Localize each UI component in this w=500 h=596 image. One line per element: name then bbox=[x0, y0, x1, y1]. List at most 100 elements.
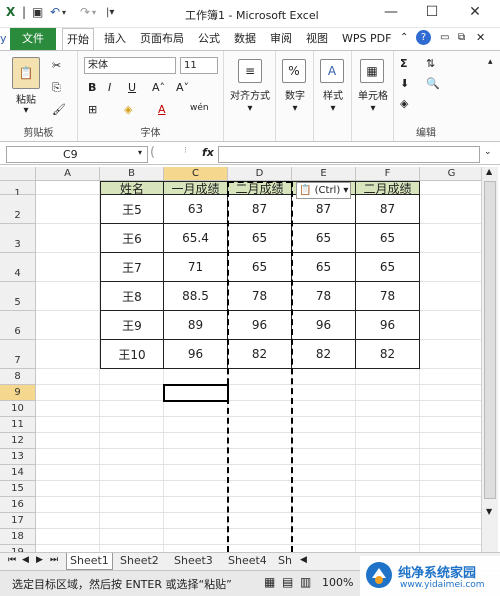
cell[interactable] bbox=[420, 497, 481, 513]
format-painter-icon[interactable]: 🖌 bbox=[52, 103, 66, 116]
table-cell[interactable]: 82 bbox=[356, 340, 420, 369]
paste-options-button[interactable]: 📋 (Ctrl) ▾ bbox=[296, 182, 352, 199]
cell[interactable] bbox=[420, 465, 481, 481]
cell[interactable] bbox=[36, 195, 100, 224]
number-label[interactable]: 数字 bbox=[276, 87, 314, 102]
row-header-5[interactable]: 5 bbox=[0, 282, 36, 311]
copy-icon[interactable]: ⎘ bbox=[52, 81, 61, 95]
scroll-down-icon[interactable]: ▼ bbox=[486, 507, 492, 516]
formula-bar-handle[interactable]: ( bbox=[150, 145, 155, 160]
cell[interactable] bbox=[356, 385, 420, 401]
row-header-19[interactable]: 19 bbox=[0, 545, 36, 552]
cell[interactable] bbox=[356, 529, 420, 545]
spreadsheet-grid[interactable]: ABCDEFG12345678910111213141516171819姓名一月… bbox=[0, 167, 481, 552]
row-header-12[interactable]: 12 bbox=[0, 433, 36, 449]
cell[interactable] bbox=[100, 513, 164, 529]
cell[interactable] bbox=[356, 433, 420, 449]
cell[interactable] bbox=[420, 369, 481, 385]
cell[interactable] bbox=[164, 465, 228, 481]
row-header-4[interactable]: 4 bbox=[0, 253, 36, 282]
cells-icon[interactable]: ▦ bbox=[360, 59, 384, 83]
cell[interactable] bbox=[356, 481, 420, 497]
cell[interactable] bbox=[420, 433, 481, 449]
expand-formula-icon[interactable]: ⁝ bbox=[184, 146, 187, 156]
cell[interactable] bbox=[356, 545, 420, 552]
phonetic-button[interactable]: wén bbox=[190, 103, 209, 113]
row-header-8[interactable]: 8 bbox=[0, 369, 36, 385]
table-cell[interactable]: 96 bbox=[292, 311, 356, 340]
row-header-18[interactable]: 18 bbox=[0, 529, 36, 545]
cell[interactable] bbox=[420, 224, 481, 253]
cell[interactable] bbox=[292, 497, 356, 513]
redo-dropdown-icon[interactable]: ▾ bbox=[92, 8, 96, 17]
column-header-g[interactable]: G bbox=[420, 167, 481, 181]
cell[interactable] bbox=[292, 449, 356, 465]
cell[interactable] bbox=[420, 181, 481, 195]
row-header-9[interactable]: 9 bbox=[0, 385, 36, 401]
row-header-3[interactable]: 3 bbox=[0, 224, 36, 253]
cell[interactable] bbox=[164, 529, 228, 545]
cell[interactable] bbox=[164, 545, 228, 552]
cell[interactable] bbox=[356, 369, 420, 385]
styles-label[interactable]: 样式 bbox=[314, 87, 352, 102]
formula-input[interactable] bbox=[218, 146, 480, 163]
styles-dropdown-icon[interactable]: ▾ bbox=[327, 103, 339, 114]
scroll-up-icon[interactable]: ▲ bbox=[486, 167, 492, 176]
row-header-15[interactable]: 15 bbox=[0, 481, 36, 497]
table-cell[interactable]: 63 bbox=[164, 195, 228, 224]
table-header-cell[interactable]: 二月成绩 bbox=[356, 181, 420, 196]
row-header-13[interactable]: 13 bbox=[0, 449, 36, 465]
table-header-cell[interactable]: 姓名 bbox=[100, 181, 164, 196]
cell[interactable] bbox=[292, 401, 356, 417]
cells-dropdown-icon[interactable]: ▾ bbox=[367, 103, 379, 114]
table-cell[interactable]: 65 bbox=[228, 253, 292, 282]
redo-icon[interactable]: ↷ bbox=[80, 5, 90, 19]
cell[interactable] bbox=[292, 417, 356, 433]
table-cell[interactable]: 王8 bbox=[100, 282, 164, 311]
customize-toolbar-icon[interactable]: |▾ bbox=[106, 7, 114, 18]
table-cell[interactable]: 87 bbox=[356, 195, 420, 224]
cell[interactable] bbox=[420, 417, 481, 433]
cell[interactable] bbox=[36, 545, 100, 552]
cell[interactable] bbox=[36, 497, 100, 513]
cell[interactable] bbox=[228, 481, 292, 497]
page-layout-view-icon[interactable]: ▤ bbox=[282, 575, 293, 589]
row-header-17[interactable]: 17 bbox=[0, 513, 36, 529]
table-cell[interactable]: 65.4 bbox=[164, 224, 228, 253]
underline-button[interactable]: U bbox=[128, 81, 136, 94]
cell[interactable] bbox=[292, 385, 356, 401]
table-cell[interactable]: 65 bbox=[228, 224, 292, 253]
cell[interactable] bbox=[36, 417, 100, 433]
cell[interactable] bbox=[228, 497, 292, 513]
paste-icon[interactable]: 📋 bbox=[12, 57, 40, 89]
cell[interactable] bbox=[292, 369, 356, 385]
doc-minimize-icon[interactable]: ▭ bbox=[440, 32, 449, 43]
minimize-button[interactable]: — bbox=[378, 4, 404, 20]
collapse-ribbon-icon[interactable]: ⌃ bbox=[400, 32, 408, 43]
cell[interactable] bbox=[228, 449, 292, 465]
cell[interactable] bbox=[356, 465, 420, 481]
row-header-1[interactable]: 1 bbox=[0, 181, 36, 199]
alignment-icon[interactable]: ≡ bbox=[238, 59, 262, 83]
cell[interactable] bbox=[36, 311, 100, 340]
cell[interactable] bbox=[100, 369, 164, 385]
cell[interactable] bbox=[356, 449, 420, 465]
cell[interactable] bbox=[228, 465, 292, 481]
cell[interactable] bbox=[356, 417, 420, 433]
cell[interactable] bbox=[100, 481, 164, 497]
table-cell[interactable]: 87 bbox=[292, 195, 356, 224]
cell[interactable] bbox=[100, 385, 164, 401]
cell[interactable] bbox=[164, 513, 228, 529]
tab-page-layout[interactable]: 页面布局 bbox=[140, 28, 184, 50]
table-cell[interactable]: 71 bbox=[164, 253, 228, 282]
table-cell[interactable]: 65 bbox=[356, 253, 420, 282]
autosum-button[interactable]: Σ bbox=[400, 57, 408, 70]
table-cell[interactable]: 王5 bbox=[100, 195, 164, 224]
table-cell[interactable]: 88.5 bbox=[164, 282, 228, 311]
tab-home[interactable]: 开始 bbox=[62, 28, 94, 50]
cell[interactable] bbox=[36, 481, 100, 497]
tab-file[interactable]: 文件 bbox=[10, 28, 56, 50]
save-icon[interactable]: ▣ bbox=[32, 5, 43, 19]
row-header-7[interactable]: 7 bbox=[0, 340, 36, 369]
cell[interactable] bbox=[36, 449, 100, 465]
